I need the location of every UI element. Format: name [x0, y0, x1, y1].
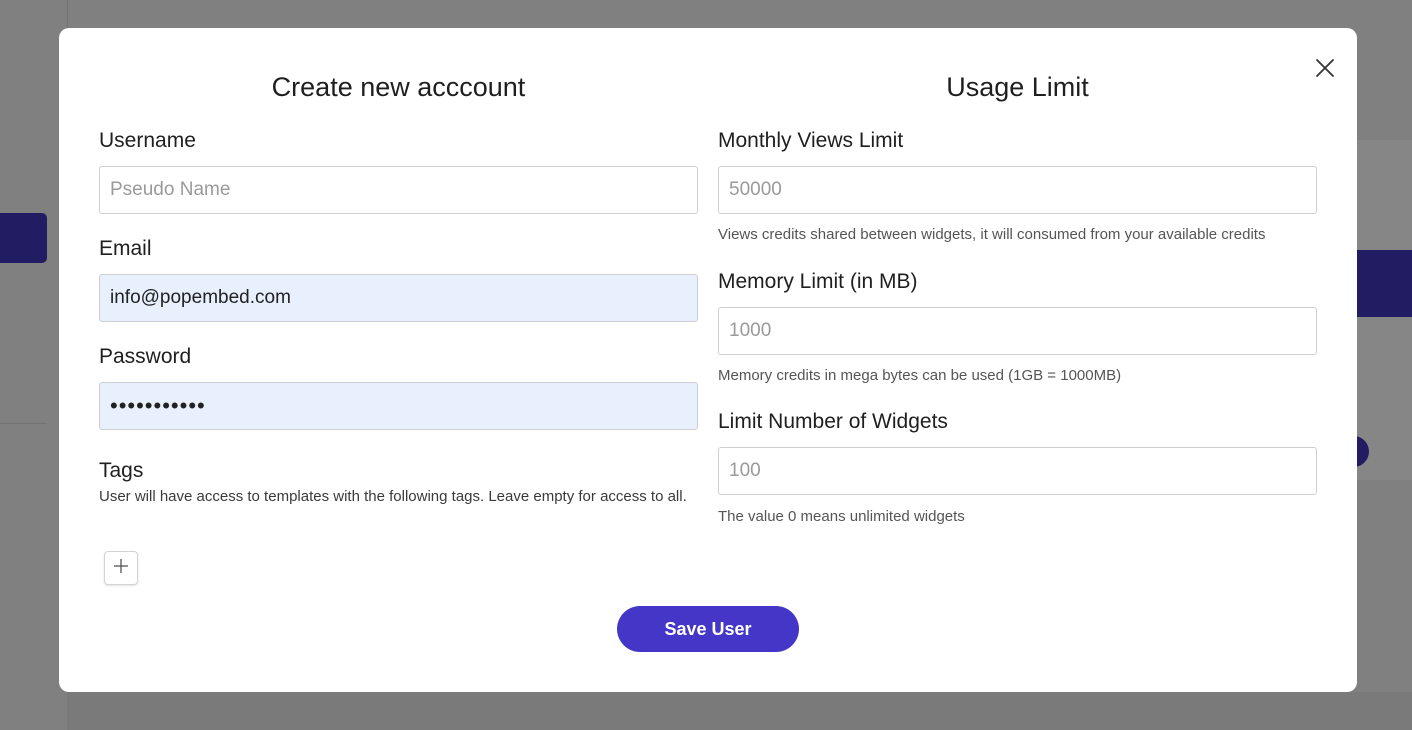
memory-limit-helper: Memory credits in mega bytes can be used… [718, 367, 1122, 384]
username-input[interactable] [99, 166, 698, 214]
widgets-limit-input[interactable] [718, 447, 1317, 495]
monthly-views-input[interactable] [718, 166, 1317, 214]
tags-label: Tags [99, 459, 144, 482]
monthly-views-label: Monthly Views Limit [718, 129, 904, 152]
memory-limit-label: Memory Limit (in MB) [718, 270, 918, 293]
sidebar-separator [0, 423, 47, 424]
email-label: Email [99, 237, 152, 260]
create-account-title: Create new acccount [271, 72, 526, 102]
sidebar-active-item [0, 213, 47, 263]
username-label: Username [99, 129, 196, 152]
background-bottom-strip [67, 692, 1412, 730]
usage-limit-title: Usage Limit [946, 72, 1089, 102]
widgets-limit-label: Limit Number of Widgets [718, 410, 948, 433]
monthly-views-helper: Views credits shared between widgets, it… [718, 226, 1266, 243]
widgets-limit-helper: The value 0 means unlimited widgets [718, 508, 965, 525]
add-tag-button[interactable] [104, 551, 138, 585]
tags-description: User will have access to templates with … [99, 488, 687, 505]
plus-icon[interactable] [113, 558, 129, 579]
password-label: Password [99, 345, 192, 368]
email-input[interactable] [99, 274, 698, 322]
save-user-button[interactable]: Save User [617, 606, 799, 652]
memory-limit-input[interactable] [718, 307, 1317, 355]
create-account-modal: Create new acccount Username Email Passw… [59, 28, 1357, 692]
password-input[interactable] [99, 382, 698, 430]
